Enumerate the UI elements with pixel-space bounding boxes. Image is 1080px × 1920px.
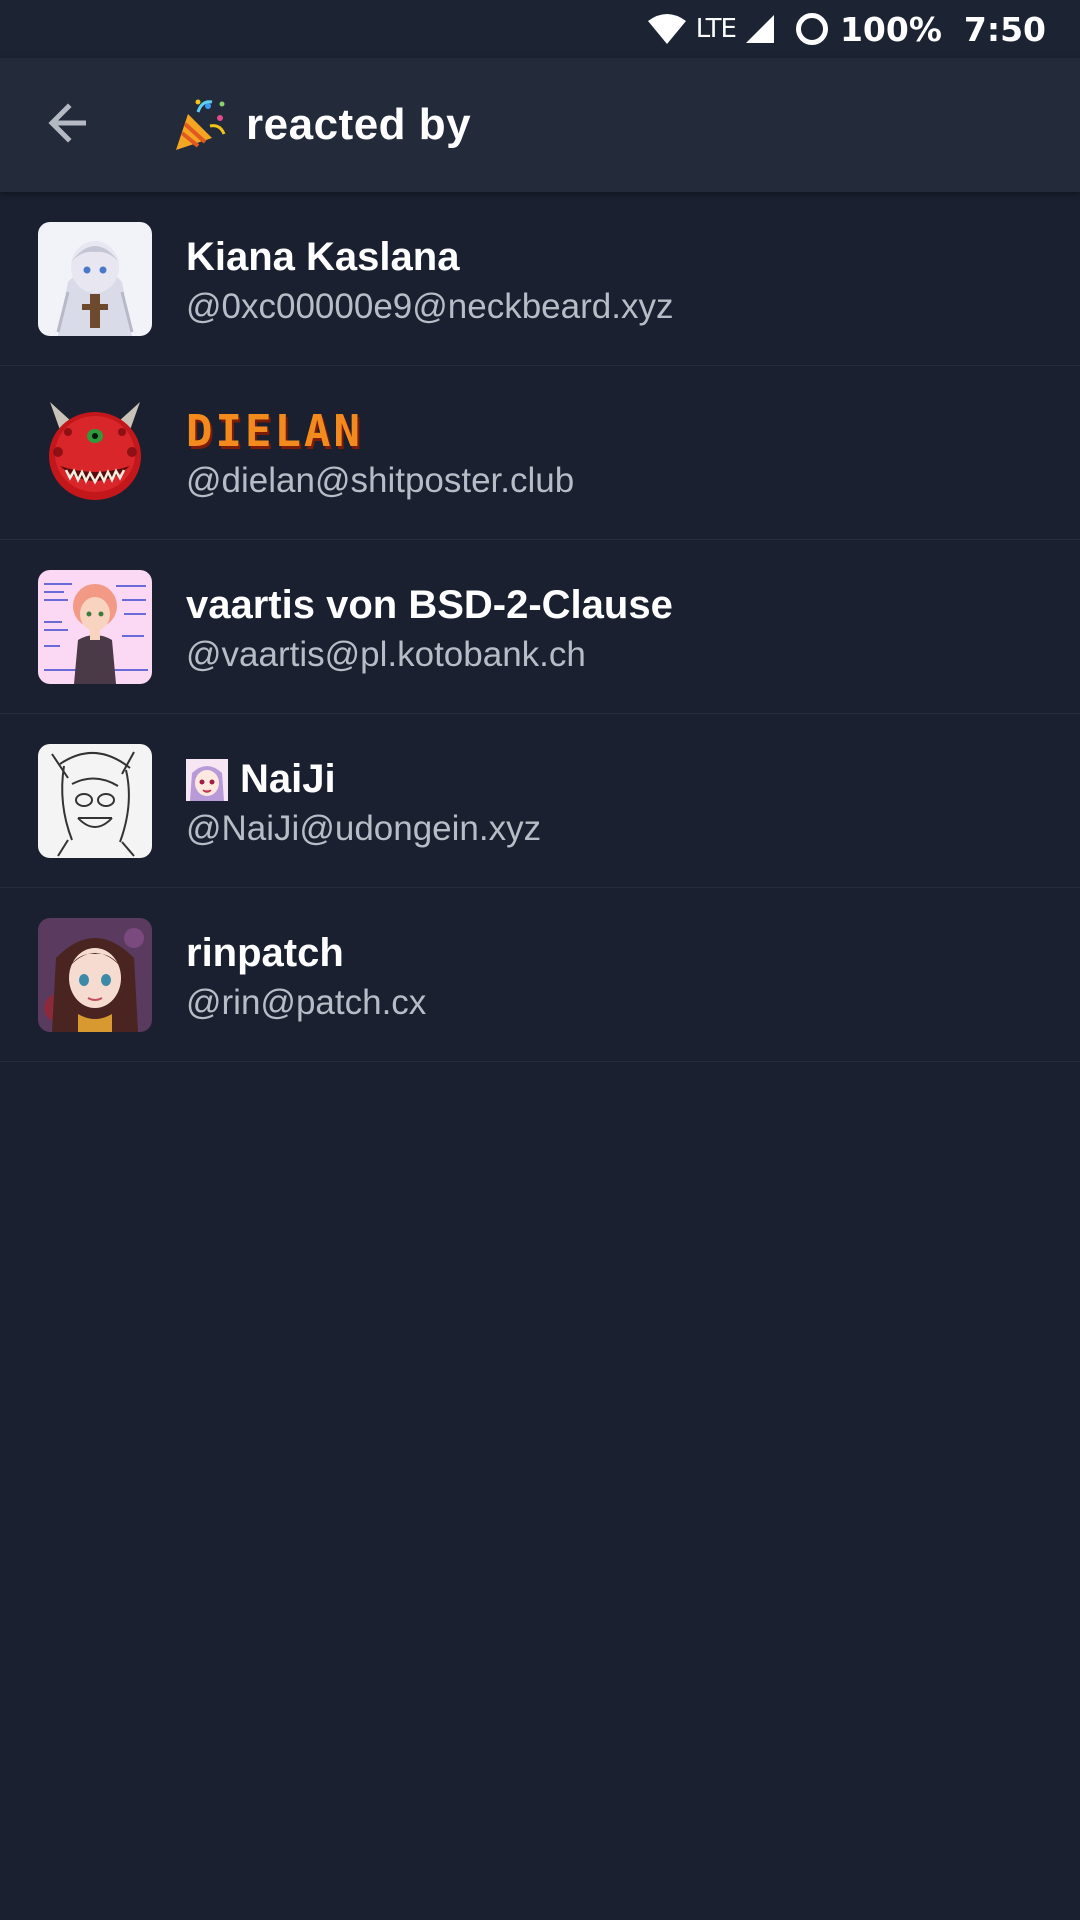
list-item[interactable]: rinpatch @rin@patch.cx (0, 888, 1080, 1062)
status-bar: LTE 100% 7:50 (0, 0, 1080, 58)
user-handle: @vaartis@pl.kotobank.ch (186, 634, 586, 674)
avatar[interactable] (38, 221, 152, 336)
app-bar: reacted by (0, 58, 1080, 192)
display-name: rinpatch (186, 931, 344, 975)
network-type-label: LTE (695, 14, 737, 44)
name-line: vaartis von BSD-2-Clause (186, 579, 673, 633)
avatar[interactable] (38, 743, 152, 858)
clock: 7:50 (963, 9, 1046, 49)
wifi-icon (647, 14, 686, 44)
display-name: vaartis von BSD-2-Clause (186, 583, 673, 627)
avatar[interactable] (38, 917, 152, 1032)
user-list: Kiana Kaslana @0xc00000e9@neckbeard.xyz (0, 192, 1080, 1062)
page-title: reacted by (246, 100, 472, 149)
list-item[interactable]: NaiJi @NaiJi@udongein.xyz (0, 714, 1080, 888)
back-button[interactable] (28, 85, 108, 165)
screen: LTE 100% 7:50 reacted by Kiana Kaslana @… (0, 0, 1080, 1920)
user-text: NaiJi @NaiJi@udongein.xyz (186, 753, 541, 849)
avatar[interactable] (38, 569, 152, 684)
list-item[interactable]: vaartis von BSD-2-Clause @vaartis@pl.kot… (0, 540, 1080, 714)
display-name: DIELAN (186, 405, 363, 457)
user-handle: @0xc00000e9@neckbeard.xyz (186, 286, 674, 326)
signal-icon (745, 15, 774, 43)
battery-icon (795, 13, 828, 45)
avatar[interactable] (38, 395, 152, 510)
battery-percent: 100% (839, 9, 942, 49)
name-line: NaiJi (186, 753, 541, 807)
list-item[interactable]: DIELAN @dielan@shitposter.club (0, 366, 1080, 540)
user-text: Kiana Kaslana @0xc00000e9@neckbeard.xyz (186, 231, 673, 327)
user-text: vaartis von BSD-2-Clause @vaartis@pl.kot… (186, 579, 673, 675)
user-text: DIELAN @dielan@shitposter.club (186, 405, 574, 501)
arrow-left-icon (46, 102, 90, 148)
list-item[interactable]: Kiana Kaslana @0xc00000e9@neckbeard.xyz (0, 192, 1080, 366)
name-line: rinpatch (186, 927, 426, 981)
name-line: DIELAN (186, 405, 574, 459)
anime-girl-emoji-icon (186, 758, 240, 801)
user-handle: @dielan@shitposter.club (186, 460, 575, 500)
display-name: Kiana Kaslana (186, 235, 460, 279)
title-wrap: reacted by (172, 96, 471, 154)
party-popper-icon (172, 96, 230, 154)
user-handle: @rin@patch.cx (186, 982, 427, 1022)
user-text: rinpatch @rin@patch.cx (186, 927, 426, 1023)
user-handle: @NaiJi@udongein.xyz (186, 808, 542, 848)
display-name: NaiJi (240, 757, 336, 801)
name-line: Kiana Kaslana (186, 231, 673, 285)
